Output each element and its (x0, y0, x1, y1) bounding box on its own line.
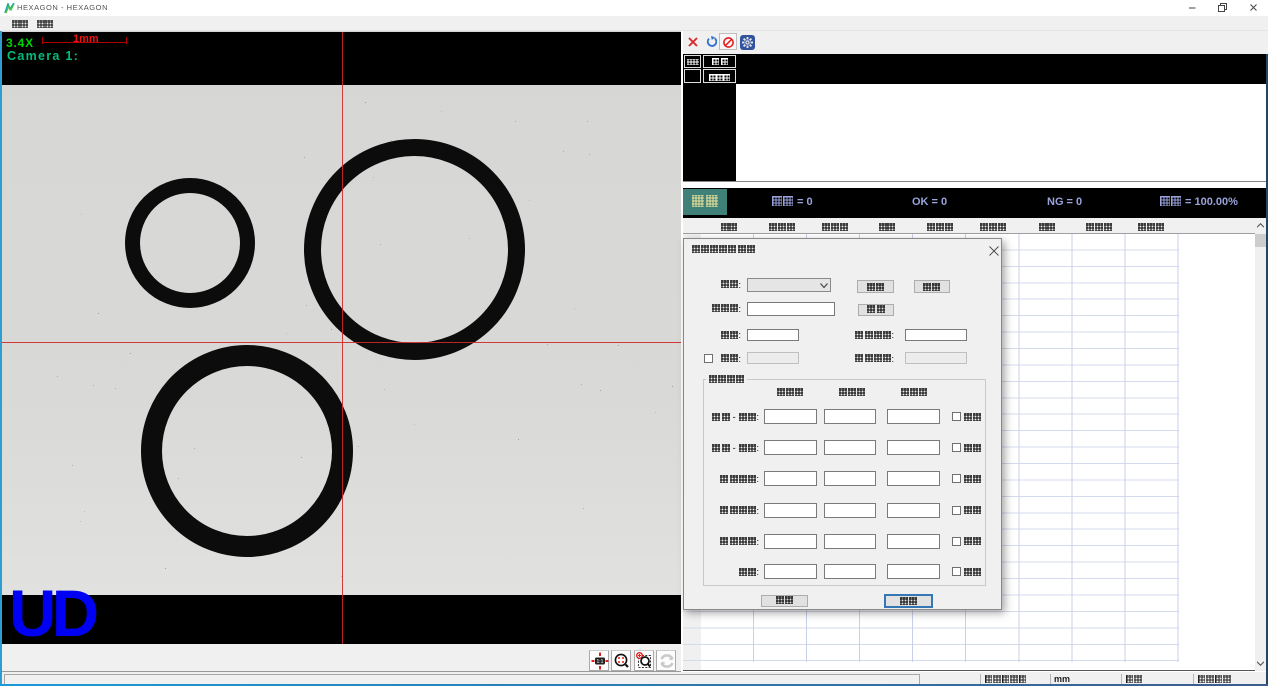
svg-text:1:1: 1:1 (596, 659, 603, 665)
